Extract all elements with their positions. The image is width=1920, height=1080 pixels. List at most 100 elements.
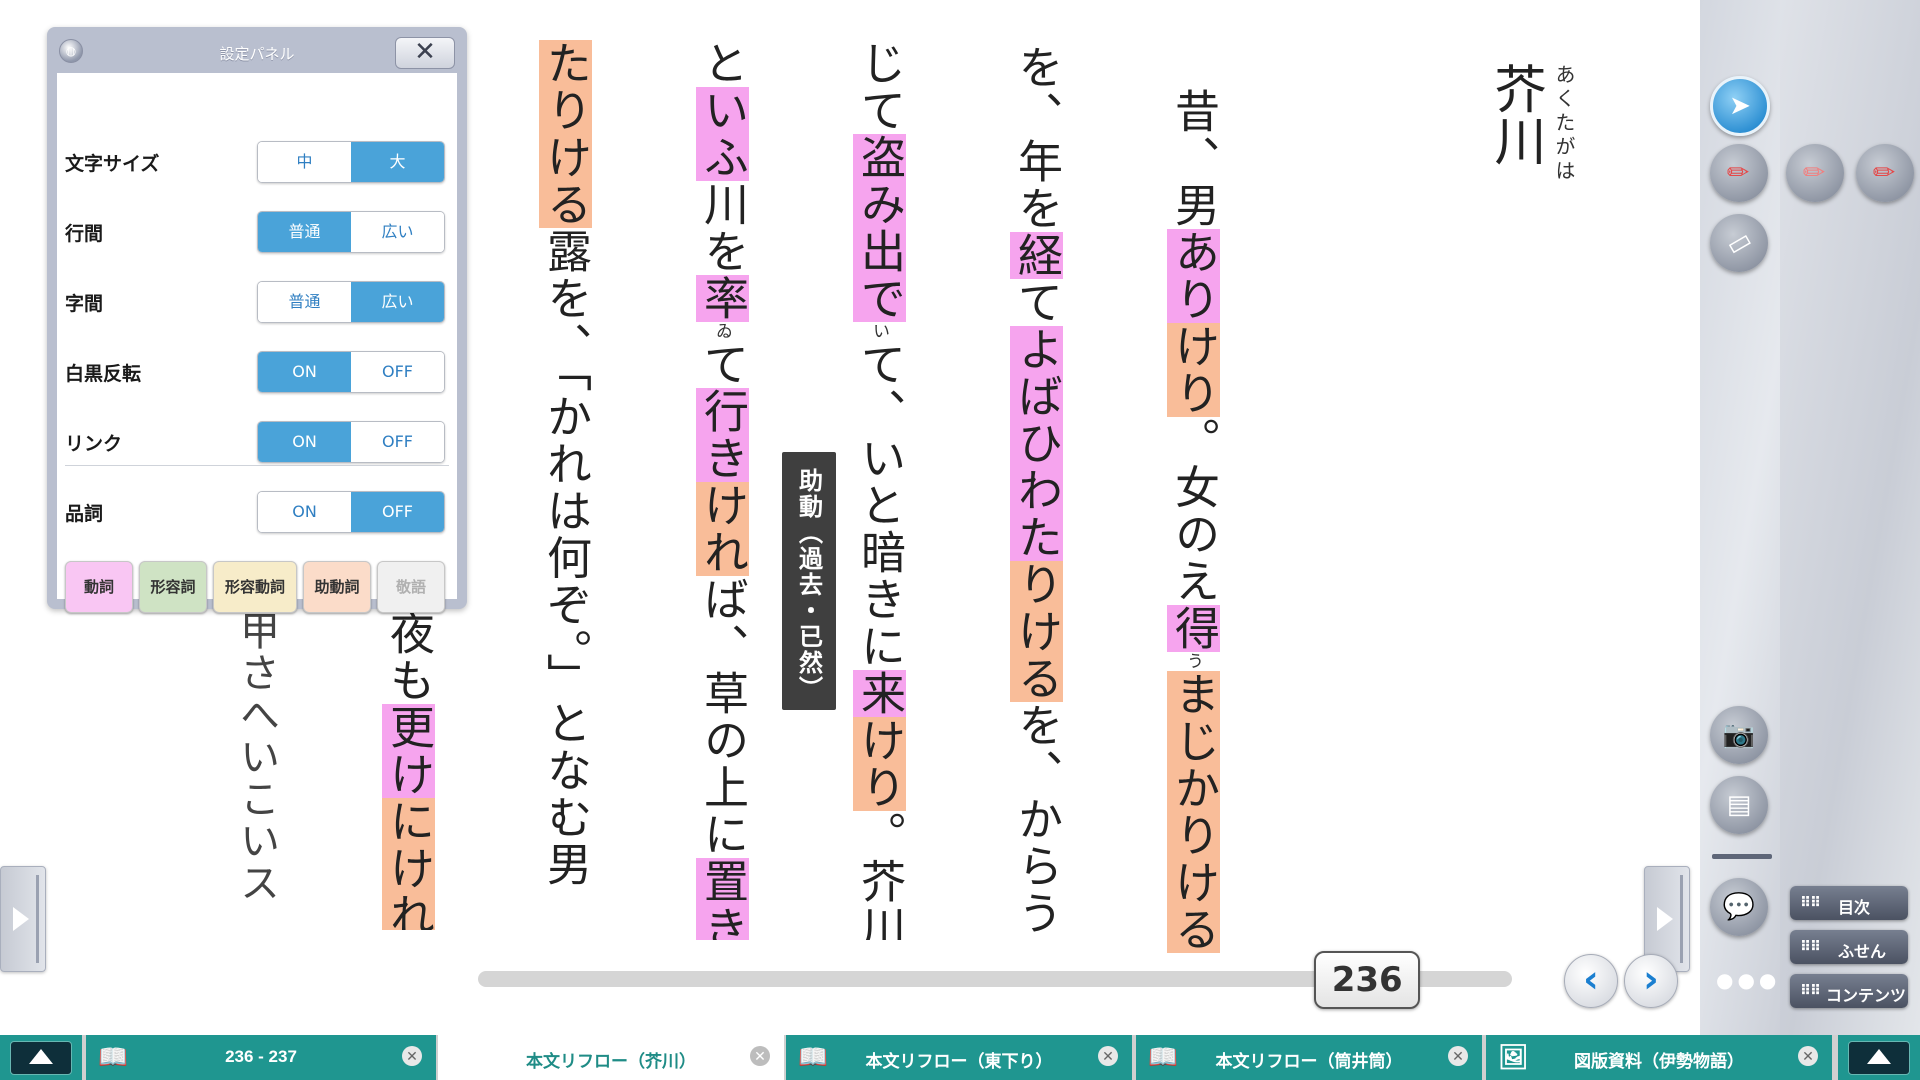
tab-pages[interactable]: 📖 236 - 237 ✕ xyxy=(86,1035,436,1080)
part-of-speech-toggle[interactable]: ON OFF xyxy=(257,491,445,533)
highlighted-word[interactable]: いふ xyxy=(696,87,749,181)
highlighted-word[interactable]: り xyxy=(1010,561,1063,608)
up-button-frame xyxy=(10,1041,72,1075)
setting-row-font-size: 文字サイズ 中 大 xyxy=(57,135,457,185)
pos-button-verb[interactable]: 動詞 xyxy=(65,561,133,613)
highlighted-word[interactable]: ける xyxy=(1010,608,1063,702)
letter-spacing-toggle[interactable]: 普通 広い xyxy=(257,281,445,323)
line-spacing-toggle[interactable]: 普通 広い xyxy=(257,211,445,253)
setting-row-link: リンク ON OFF xyxy=(57,415,457,465)
close-icon[interactable]: ✕ xyxy=(1448,1046,1468,1066)
toolbar-separator xyxy=(1712,854,1772,859)
option-on[interactable]: ON xyxy=(258,422,351,462)
highlighted-word[interactable]: まじかりける xyxy=(1167,671,1220,953)
eraser-icon: ▭ xyxy=(1720,223,1758,263)
highlighted-word[interactable]: けり xyxy=(853,717,906,811)
eraser-tool-button[interactable]: ▭ xyxy=(1710,214,1768,272)
play-right-icon xyxy=(13,907,29,931)
pen-icon: ✎ xyxy=(1866,154,1904,192)
text-segment: 露を、「かれは何ぞ。」となむ男 xyxy=(539,228,592,888)
highlighted-word[interactable]: けり xyxy=(1167,323,1220,417)
tab-reflow-akutagawa[interactable]: 本文リフロー（芥川） ✕ xyxy=(438,1035,784,1080)
text-segment: て xyxy=(1010,279,1063,326)
tab-figures-ise[interactable]: 🖼 図版資料（伊勢物語） ✕ xyxy=(1486,1035,1832,1080)
chevron-left-icon: ‹ xyxy=(1583,957,1599,1001)
option-large[interactable]: 大 xyxy=(351,142,444,182)
cursor-arrow-icon: ➤ xyxy=(1729,91,1751,121)
more-icon[interactable]: ●●● xyxy=(1716,968,1780,992)
pos-button-adjective[interactable]: 形容詞 xyxy=(139,561,207,613)
ruby-annotation: ゐ xyxy=(712,322,732,341)
highlighted-word[interactable]: 経 xyxy=(1010,232,1063,279)
highlighter-tool-button[interactable]: ✎ xyxy=(1786,144,1844,202)
text-column: 昔、男ありけり。女のえ得うまじかりける xyxy=(1163,88,1223,988)
tab-reflow-tsutsuizutsu[interactable]: 📖 本文リフロー（筒井筒） ✕ xyxy=(1136,1035,1482,1080)
triangle-up-icon xyxy=(29,1049,53,1064)
option-wide[interactable]: 広い xyxy=(351,212,444,252)
highlighted-word[interactable]: 来 xyxy=(853,670,906,717)
text-segment: ば、草の上に xyxy=(696,576,749,858)
highlighted-word[interactable]: 率 xyxy=(696,275,749,322)
option-medium[interactable]: 中 xyxy=(258,142,351,182)
tab-reflow-azumakudari[interactable]: 📖 本文リフロー（東下り） ✕ xyxy=(786,1035,1132,1080)
close-icon[interactable]: ✕ xyxy=(402,1046,422,1066)
settings-panel-header[interactable]: ◍ 設定パネル ✕ xyxy=(47,27,467,71)
option-off[interactable]: OFF xyxy=(351,492,444,532)
highlighted-word[interactable]: あり xyxy=(1167,229,1220,323)
highlighted-word[interactable]: 更け xyxy=(382,704,435,798)
setting-label: 字間 xyxy=(65,294,104,315)
left-panel-handle[interactable] xyxy=(0,866,46,972)
close-icon[interactable]: ✕ xyxy=(750,1046,770,1066)
tabbar-up-button-left[interactable] xyxy=(0,1035,82,1080)
page-slider-thumb[interactable]: 236 xyxy=(1314,951,1421,1009)
triangle-up-icon xyxy=(1867,1049,1891,1064)
option-normal[interactable]: 普通 xyxy=(258,282,351,322)
highlighted-word[interactable]: たりける xyxy=(539,40,592,228)
link-toggle[interactable]: ON OFF xyxy=(257,421,445,463)
pos-button-honorific[interactable]: 敬語 xyxy=(377,561,445,613)
pos-button-auxiliary-verb[interactable]: 助動詞 xyxy=(303,561,371,613)
pen-tool-red-button[interactable]: ✎ xyxy=(1710,144,1768,202)
highlighted-word[interactable]: 置き xyxy=(696,858,749,940)
text-segment: じて xyxy=(853,40,906,134)
option-off[interactable]: OFF xyxy=(351,352,444,392)
prev-page-button[interactable]: ‹ xyxy=(1564,954,1618,1008)
sticky-note-button[interactable]: ⠿⠿ ふせん xyxy=(1790,930,1908,964)
highlighted-word[interactable]: 得 xyxy=(1167,605,1220,652)
option-wide[interactable]: 広い xyxy=(351,282,444,322)
pointer-tool-button[interactable]: ➤ xyxy=(1710,76,1770,136)
option-on[interactable]: ON xyxy=(258,492,351,532)
setting-label: 白黒反転 xyxy=(65,364,142,385)
toc-button[interactable]: ⠿⠿ 目次 xyxy=(1790,886,1908,920)
highlighted-word[interactable]: よばひわた xyxy=(1010,326,1063,561)
close-icon[interactable]: ✕ xyxy=(1798,1046,1818,1066)
text-segment: を、からう xyxy=(1010,702,1063,937)
next-page-button[interactable]: › xyxy=(1624,954,1678,1008)
close-button[interactable]: ✕ xyxy=(395,37,455,69)
font-size-toggle[interactable]: 中 大 xyxy=(257,141,445,183)
close-icon[interactable]: ✕ xyxy=(1098,1046,1118,1066)
chapter-title: 芥川 xyxy=(1485,62,1545,166)
setting-label: 品詞 xyxy=(65,504,104,525)
tab-label: 本文リフロー（東下り） xyxy=(865,1052,1053,1071)
setting-row-letter-spacing: 字間 普通 広い xyxy=(57,275,457,325)
tabbar-up-button-right[interactable] xyxy=(1838,1035,1920,1080)
highlighted-word[interactable]: 行き xyxy=(696,388,749,482)
notebook-button[interactable]: ▤ xyxy=(1710,776,1768,834)
option-normal[interactable]: 普通 xyxy=(258,212,351,252)
tab-label: 本文リフロー（筒井筒） xyxy=(1215,1052,1403,1071)
comment-button[interactable]: 💬 xyxy=(1710,878,1768,936)
highlighted-word[interactable]: にけれ xyxy=(382,798,435,930)
divider xyxy=(65,465,449,466)
highlighted-word[interactable]: 盗み出で xyxy=(853,134,906,322)
contents-button[interactable]: ⠿⠿ コンテンツ xyxy=(1790,974,1908,1008)
text-segment: 。芥川 xyxy=(853,811,906,940)
pen-tool-thin-button[interactable]: ✎ xyxy=(1856,144,1914,202)
camera-button[interactable]: 📷 xyxy=(1710,706,1768,764)
tab-label: 236 - 237 xyxy=(225,1047,297,1066)
option-off[interactable]: OFF xyxy=(351,422,444,462)
invert-toggle[interactable]: ON OFF xyxy=(257,351,445,393)
highlighted-word[interactable]: けれ xyxy=(696,482,749,576)
pos-button-adjectival-verb[interactable]: 形容動詞 xyxy=(213,561,297,613)
option-on[interactable]: ON xyxy=(258,352,351,392)
